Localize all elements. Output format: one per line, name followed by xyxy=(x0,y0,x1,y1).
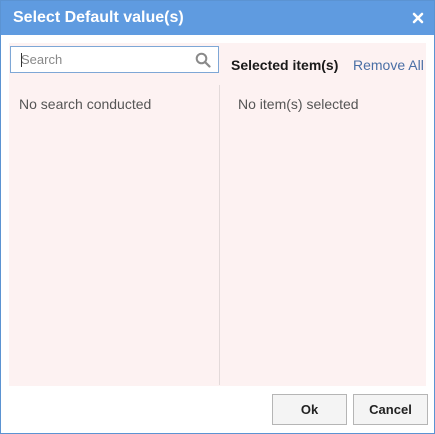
dialog-titlebar[interactable]: Select Default value(s) xyxy=(1,1,434,35)
remove-all-link[interactable]: Remove All xyxy=(353,57,424,73)
search-box[interactable] xyxy=(10,46,219,73)
search-input[interactable] xyxy=(11,47,191,72)
cancel-button[interactable]: Cancel xyxy=(353,394,428,425)
close-icon[interactable] xyxy=(412,11,424,24)
text-caret xyxy=(21,53,22,67)
selected-empty-message: No item(s) selected xyxy=(238,96,359,112)
search-empty-message: No search conducted xyxy=(19,96,152,112)
dialog-body: Selected item(s) Remove All No search co… xyxy=(9,43,426,386)
ok-button[interactable]: Ok xyxy=(272,394,347,425)
search-icon[interactable] xyxy=(195,52,211,68)
select-default-values-dialog: Select Default value(s) Selected item(s)… xyxy=(0,0,435,434)
panel-divider xyxy=(219,85,220,385)
selected-items-heading: Selected item(s) xyxy=(231,57,339,73)
dialog-title: Select Default value(s) xyxy=(13,9,184,26)
